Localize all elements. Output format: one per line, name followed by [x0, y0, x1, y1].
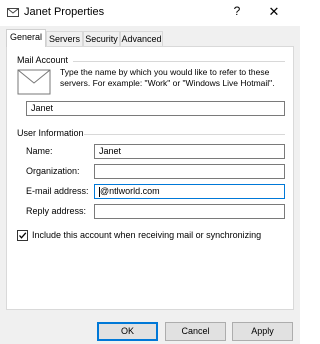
properties-dialog: Janet Properties ? ✕ General Servers Sec… — [0, 0, 300, 344]
title-bar: Janet Properties ? ✕ — [0, 0, 300, 26]
tab-servers[interactable]: Servers — [46, 31, 83, 46]
user-information-heading: User Information — [17, 128, 84, 138]
cancel-button[interactable]: Cancel — [165, 322, 226, 341]
email-address-value: @ntlworld.com — [100, 186, 160, 196]
account-name-input[interactable]: Janet — [26, 101, 285, 116]
general-panel: Mail Account Type the name by which you … — [6, 46, 294, 310]
reply-address-input[interactable] — [94, 204, 285, 219]
mail-app-icon — [7, 8, 19, 17]
organization-input[interactable] — [94, 164, 285, 179]
ok-button[interactable]: OK — [97, 322, 158, 341]
email-address-label: E-mail address: — [26, 186, 89, 196]
include-account-checkbox[interactable] — [17, 230, 28, 241]
organization-label: Organization: — [26, 166, 80, 176]
mail-account-divider — [73, 61, 285, 62]
user-information-divider — [84, 134, 285, 135]
tab-security[interactable]: Security — [83, 31, 120, 46]
reply-address-label: Reply address: — [26, 206, 87, 216]
window-title: Janet Properties — [24, 6, 105, 18]
name-label: Name: — [26, 146, 53, 156]
close-button[interactable]: ✕ — [265, 4, 283, 20]
checkmark-icon — [19, 232, 27, 239]
dialog-body: General Servers Security Advanced Mail A… — [0, 26, 300, 344]
mail-account-icon — [17, 69, 51, 95]
mail-account-heading: Mail Account — [17, 55, 69, 65]
email-address-input[interactable]: @ntlworld.com — [94, 184, 285, 199]
mail-account-description: Type the name by which you would like to… — [60, 67, 275, 88]
apply-button[interactable]: Apply — [232, 322, 293, 341]
tab-advanced[interactable]: Advanced — [120, 31, 163, 46]
include-account-label[interactable]: Include this account when receiving mail… — [32, 230, 261, 240]
help-button[interactable]: ? — [228, 4, 246, 20]
name-input[interactable]: Janet — [94, 144, 285, 159]
tab-general[interactable]: General — [6, 29, 46, 47]
